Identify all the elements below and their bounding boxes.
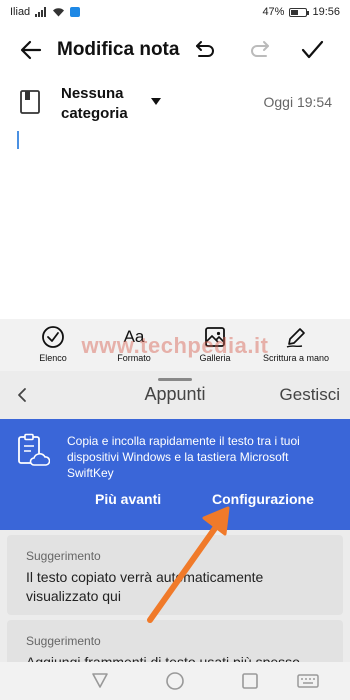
checklist-label: Elenco	[39, 353, 67, 363]
checklist-icon	[42, 326, 64, 348]
configuration-button[interactable]: Configurazione	[212, 491, 314, 507]
image-icon	[205, 327, 225, 347]
nav-back-icon[interactable]	[90, 671, 110, 691]
redo-icon[interactable]	[248, 38, 272, 62]
battery-percent: 47%	[262, 6, 285, 18]
battery-icon	[289, 7, 310, 17]
check-icon[interactable]	[299, 37, 325, 63]
screen: Iliad 47% 19:56 Modifica nota Nessuna ca…	[0, 0, 350, 700]
checklist-button[interactable]: Elenco	[13, 325, 93, 363]
back-arrow-icon[interactable]	[18, 37, 44, 63]
handwriting-label: Scrittura a mano	[262, 353, 330, 363]
notebook-icon[interactable]	[20, 90, 40, 114]
navigation-bar	[0, 662, 350, 700]
format-toolbar: Elenco Aa Formato Galleria Scrittura a m…	[0, 319, 350, 371]
undo-icon[interactable]	[193, 38, 217, 62]
app-notification-icon	[70, 7, 81, 17]
category-label: Nessuna categoria	[61, 85, 128, 122]
signal-icon	[35, 7, 47, 17]
gallery-button[interactable]: Galleria	[175, 325, 255, 363]
nav-home-icon[interactable]	[165, 671, 185, 691]
format-button[interactable]: Aa Formato	[94, 325, 174, 363]
wifi-icon	[53, 8, 65, 17]
keyboard-icon[interactable]	[297, 671, 319, 691]
note-editor[interactable]: Nessuna categoria Oggi 19:54	[0, 76, 350, 319]
gallery-label: Galleria	[199, 353, 231, 363]
sync-promo-banner: Copia e incolla rapidamente il testo tra…	[0, 419, 350, 530]
page-title: Modifica nota	[57, 39, 180, 60]
text-cursor	[17, 131, 19, 149]
later-button[interactable]: Più avanti	[95, 491, 161, 507]
status-bar: Iliad 47% 19:56	[0, 0, 350, 24]
suggestion-body: Il testo copiato verrà automaticamente v…	[26, 569, 264, 604]
note-timestamp: Oggi 19:54	[263, 94, 333, 110]
handwriting-button[interactable]: Scrittura a mano	[256, 325, 336, 363]
battery-fill	[291, 9, 299, 15]
carrier-label: Iliad	[10, 6, 31, 18]
category-selector[interactable]: Nessuna categoria	[61, 84, 145, 124]
suggestion-title: Suggerimento	[26, 549, 101, 563]
status-time: 19:56	[312, 6, 340, 18]
chevron-down-icon[interactable]	[151, 98, 161, 105]
clipboard-header: Appunti Gestisci	[0, 371, 350, 419]
clipboard-cloud-icon	[18, 433, 50, 466]
manage-button[interactable]: Gestisci	[280, 385, 340, 405]
suggestion-title: Suggerimento	[26, 634, 101, 648]
app-bar: Modifica nota	[0, 24, 350, 76]
drag-handle[interactable]	[158, 378, 192, 381]
format-label: Formato	[117, 353, 151, 363]
pen-icon	[286, 328, 305, 348]
nav-recents-icon[interactable]	[240, 671, 260, 691]
suggestion-card: Suggerimento Il testo copiato verrà auto…	[7, 535, 343, 615]
promo-description: Copia e incolla rapidamente il testo tra…	[67, 434, 300, 480]
text-format-icon: Aa	[123, 327, 145, 346]
keyboard-clipboard-panel: Appunti Gestisci Copia e incolla rapidam…	[0, 371, 350, 680]
